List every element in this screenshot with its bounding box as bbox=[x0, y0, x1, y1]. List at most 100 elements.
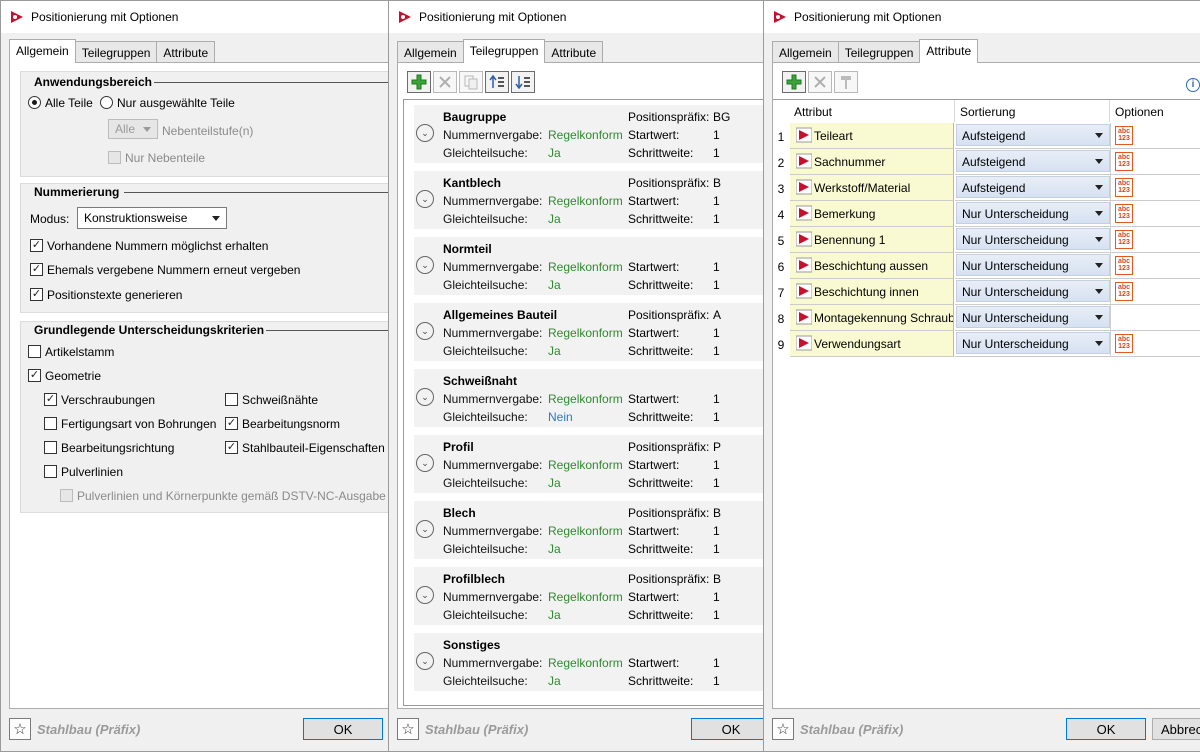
group-card[interactable]: ⌄ Sonstiges Nummernvergabe: Regelkonform Sta… bbox=[414, 633, 767, 691]
sort-cell[interactable]: Nur Unterscheidung bbox=[955, 227, 1110, 253]
expand-chevron-icon[interactable]: ⌄ bbox=[416, 322, 434, 340]
abc-123-options-icon[interactable]: abc 123 bbox=[1115, 204, 1133, 223]
copy-group-button[interactable] bbox=[459, 71, 483, 93]
ok-button[interactable]: OK bbox=[691, 718, 767, 740]
gleichteil-value[interactable]: Ja bbox=[548, 344, 561, 358]
tab-allgemein[interactable]: Allgemein bbox=[397, 41, 464, 63]
bearbeitungsrichtung-label[interactable]: Bearbeitungsrichtung bbox=[61, 441, 174, 455]
expand-chevron-icon[interactable]: ⌄ bbox=[416, 388, 434, 406]
column-header-optionen[interactable]: Optionen bbox=[1110, 100, 1200, 122]
sort-dropdown[interactable]: Aufsteigend bbox=[956, 150, 1110, 172]
options-cell[interactable]: abc 123 bbox=[1110, 331, 1200, 357]
star-favorite-button[interactable]: ☆ bbox=[772, 718, 794, 740]
radio-alle-teile[interactable] bbox=[28, 96, 41, 109]
checkbox-stahlbauteil[interactable]: ✓ bbox=[225, 441, 238, 454]
bearbeitungsnorm-label[interactable]: Bearbeitungsnorm bbox=[242, 417, 340, 431]
options-cell[interactable]: abc 123 bbox=[1110, 149, 1200, 175]
sort-dropdown[interactable]: Nur Unterscheidung bbox=[956, 306, 1110, 328]
abc-123-options-icon[interactable]: abc 123 bbox=[1115, 282, 1133, 301]
tab-teilegruppen[interactable]: Teilegruppen bbox=[837, 41, 921, 63]
group-card[interactable]: ⌄ Profilblech Positionspräfix: B Nummernverg… bbox=[414, 567, 767, 625]
tab-teilegruppen[interactable]: Teilegruppen bbox=[74, 41, 158, 63]
numvergabe-value[interactable]: Regelkonform bbox=[548, 194, 623, 208]
table-row[interactable]: 1 Teileart Aufsteigend abc 123 bbox=[773, 123, 1200, 149]
abc-123-options-icon[interactable]: abc 123 bbox=[1115, 334, 1133, 353]
numvergabe-value[interactable]: Regelkonform bbox=[548, 326, 623, 340]
tab-allgemein[interactable]: Allgemein bbox=[772, 41, 839, 63]
table-row[interactable]: 9 Verwendungsart Nur Unterscheidung abc 123 bbox=[773, 331, 1200, 357]
verschraubungen-label[interactable]: Verschraubungen bbox=[61, 393, 155, 407]
tab-teilegruppen[interactable]: Teilegruppen bbox=[462, 39, 546, 63]
abc-123-options-icon[interactable]: abc 123 bbox=[1115, 256, 1133, 275]
table-row[interactable]: 6 Beschichtung aussen Nur Unterscheidung ab… bbox=[773, 253, 1200, 279]
abc-123-options-icon[interactable]: abc 123 bbox=[1115, 126, 1133, 145]
table-row[interactable]: 8 Montagekennung Schraube Nur Unterscheidu… bbox=[773, 305, 1200, 331]
checkbox-fertigungsart[interactable] bbox=[44, 417, 57, 430]
ok-button[interactable]: OK bbox=[303, 718, 383, 740]
group-card[interactable]: ⌄ Blech Positionspräfix: B Nummernvergabe: Re… bbox=[414, 501, 767, 559]
options-cell[interactable] bbox=[1110, 305, 1200, 331]
sort-cell[interactable]: Nur Unterscheidung bbox=[955, 305, 1110, 331]
checkbox-verschraubungen[interactable]: ✓ bbox=[44, 393, 57, 406]
tab-attribute[interactable]: Attribute bbox=[544, 41, 604, 63]
table-row[interactable]: 7 Beschichtung innen Nur Unterscheidung abc… bbox=[773, 279, 1200, 305]
stahlbauteil-label[interactable]: Stahlbauteil-Eigenschaften bbox=[242, 441, 385, 455]
star-favorite-button[interactable]: ☆ bbox=[397, 718, 419, 740]
gleichteil-value[interactable]: Ja bbox=[548, 146, 561, 160]
pulverlinien-label[interactable]: Pulverlinien bbox=[61, 465, 123, 479]
sort-cell[interactable]: Nur Unterscheidung bbox=[955, 331, 1110, 357]
attribute-cell[interactable]: Sachnummer bbox=[790, 149, 954, 175]
sort-cell[interactable]: Aufsteigend bbox=[955, 149, 1110, 175]
radio-ausgewaehlte-teile-label[interactable]: Nur ausgewählte Teile bbox=[117, 96, 235, 110]
star-favorite-button[interactable]: ☆ bbox=[9, 718, 31, 740]
attribute-cell[interactable]: Bemerkung bbox=[790, 201, 954, 227]
options-cell[interactable]: abc 123 bbox=[1110, 123, 1200, 149]
group-card[interactable]: ⌄ Normteil Nummernvergabe: Regelkonform Star… bbox=[414, 237, 767, 295]
cancel-button[interactable]: Abbrec bbox=[1152, 718, 1200, 740]
sort-dropdown[interactable]: Nur Unterscheidung bbox=[956, 228, 1110, 250]
attribute-cell[interactable]: Beschichtung aussen bbox=[790, 253, 954, 279]
table-row[interactable]: 4 Bemerkung Nur Unterscheidung abc 123 bbox=[773, 201, 1200, 227]
expand-chevron-icon[interactable]: ⌄ bbox=[416, 124, 434, 142]
sort-cell[interactable]: Aufsteigend bbox=[955, 175, 1110, 201]
expand-chevron-icon[interactable]: ⌄ bbox=[416, 586, 434, 604]
options-cell[interactable]: abc 123 bbox=[1110, 227, 1200, 253]
sort-dropdown[interactable]: Nur Unterscheidung bbox=[956, 332, 1110, 354]
gleichteil-value[interactable]: Ja bbox=[548, 476, 561, 490]
radio-ausgewaehlte-teile[interactable] bbox=[100, 96, 113, 109]
sort-dropdown[interactable]: Nur Unterscheidung bbox=[956, 202, 1110, 224]
nummern-erhalten-label[interactable]: Vorhandene Nummern möglichst erhalten bbox=[47, 239, 268, 253]
gleichteil-value[interactable]: Ja bbox=[548, 674, 561, 688]
tab-attribute[interactable]: Attribute bbox=[919, 39, 979, 63]
numvergabe-value[interactable]: Regelkonform bbox=[548, 590, 623, 604]
abc-123-options-icon[interactable]: abc 123 bbox=[1115, 178, 1133, 197]
expand-chevron-icon[interactable]: ⌄ bbox=[416, 652, 434, 670]
group-card[interactable]: ⌄ Baugruppe Positionspräfix: BG Nummernverga… bbox=[414, 105, 767, 163]
add-group-button[interactable] bbox=[407, 71, 431, 93]
sort-dropdown[interactable]: Aufsteigend bbox=[956, 124, 1110, 146]
abc-123-options-icon[interactable]: abc 123 bbox=[1115, 230, 1133, 249]
group-card[interactable]: ⌄ Profil Positionspräfix: P Nummernvergabe: R… bbox=[414, 435, 767, 493]
abc-123-options-icon[interactable]: abc 123 bbox=[1115, 152, 1133, 171]
attribute-cell[interactable]: Benennung 1 bbox=[790, 227, 954, 253]
tab-allgemein[interactable]: Allgemein bbox=[9, 39, 76, 63]
expand-chevron-icon[interactable]: ⌄ bbox=[416, 520, 434, 538]
numvergabe-value[interactable]: Regelkonform bbox=[548, 392, 623, 406]
attribute-cell[interactable]: Beschichtung innen bbox=[790, 279, 954, 305]
checkbox-bearbeitungsrichtung[interactable] bbox=[44, 441, 57, 454]
move-down-button[interactable] bbox=[511, 71, 535, 93]
numvergabe-value[interactable]: Regelkonform bbox=[548, 656, 623, 670]
add-attribute-button[interactable] bbox=[782, 71, 806, 93]
checkbox-nummern-erneut[interactable]: ✓ bbox=[30, 263, 43, 276]
group-card[interactable]: ⌄ Kantblech Positionspräfix: B Nummernvergab… bbox=[414, 171, 767, 229]
checkbox-nummern-erhalten[interactable]: ✓ bbox=[30, 239, 43, 252]
artikelstamm-label[interactable]: Artikelstamm bbox=[45, 345, 114, 359]
positionstexte-label[interactable]: Positionstexte generieren bbox=[47, 288, 182, 302]
column-header-attribut[interactable]: Attribut bbox=[789, 100, 955, 122]
expand-chevron-icon[interactable]: ⌄ bbox=[416, 190, 434, 208]
table-row[interactable]: 5 Benennung 1 Nur Unterscheidung abc 123 bbox=[773, 227, 1200, 253]
move-up-button[interactable] bbox=[485, 71, 509, 93]
checkbox-artikelstamm[interactable] bbox=[28, 345, 41, 358]
checkbox-positionstexte[interactable]: ✓ bbox=[30, 288, 43, 301]
modus-dropdown[interactable]: Konstruktionsweise bbox=[77, 207, 227, 229]
